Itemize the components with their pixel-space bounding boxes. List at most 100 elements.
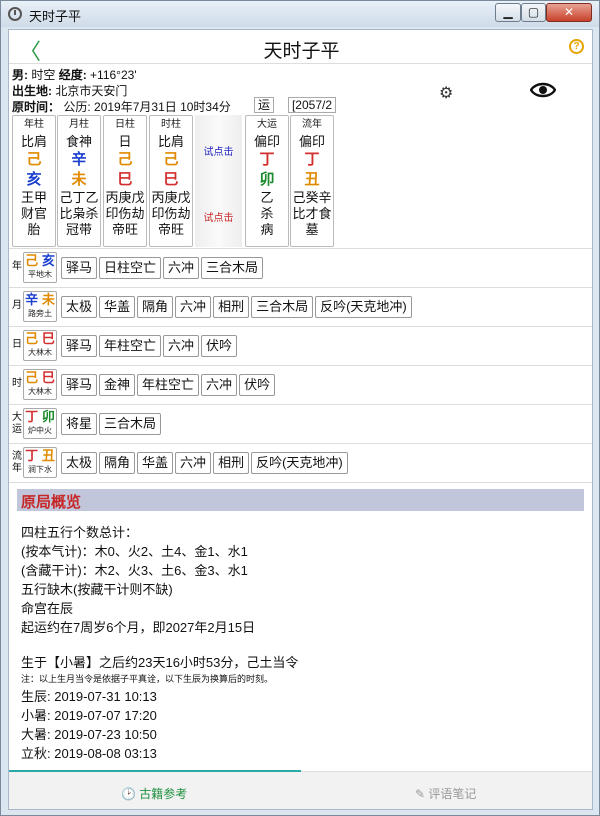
- tab-ancient-books-label: 古籍参考: [139, 787, 188, 801]
- shensha-tag[interactable]: 华盖: [137, 452, 174, 474]
- shensha-tag[interactable]: 年柱空亡: [99, 335, 162, 357]
- shensha-row: 时己 巳大林木 驿马 金神 年柱空亡 六冲 伏吟: [9, 366, 592, 403]
- settings-gear-icon[interactable]: ⚙: [439, 83, 453, 103]
- yun-button[interactable]: 运: [254, 97, 275, 113]
- shensha-tag[interactable]: 六冲: [175, 296, 212, 318]
- try-click-bottom[interactable]: 试点击: [195, 209, 242, 224]
- gender-label: 男:: [12, 68, 28, 82]
- try-click-top[interactable]: 试点击: [195, 143, 242, 158]
- pillar-branch: 巳: [163, 171, 179, 188]
- shensha-tag[interactable]: 六冲: [163, 257, 200, 279]
- longitude-value: +116°23': [90, 68, 137, 82]
- pillar-life-stage: 病: [260, 222, 274, 237]
- ganzhi-box[interactable]: 己 亥平地木: [23, 252, 57, 283]
- tab-notes[interactable]: ✎ 评语笔记: [415, 785, 476, 802]
- shensha-tag[interactable]: 三合木局: [99, 413, 162, 435]
- maximize-button[interactable]: ▢: [521, 3, 546, 22]
- minimize-button[interactable]: ▁: [495, 3, 521, 22]
- row-branch: 丑: [41, 448, 55, 463]
- pillar-header: 大运: [257, 119, 277, 130]
- shensha-tag[interactable]: 相刑: [213, 296, 250, 318]
- pillar-branch: 亥: [26, 171, 42, 188]
- shensha-tag[interactable]: 将星: [61, 413, 98, 435]
- shensha-tag[interactable]: 太极: [61, 296, 98, 318]
- pillar-column[interactable]: 年柱 比肩己亥王甲 财官胎: [12, 115, 56, 247]
- overview-line: 命宫在辰: [21, 601, 74, 616]
- ganzhi-box[interactable]: 丁 卯炉中火: [23, 408, 57, 439]
- pillar-life-stage: 墓: [305, 222, 319, 237]
- shensha-tag[interactable]: 伏吟: [239, 374, 276, 396]
- ganzhi-box[interactable]: 己 巳大林木: [23, 330, 57, 361]
- pillar-life-stage: 帝旺: [157, 222, 184, 237]
- shensha-tag[interactable]: 驿马: [61, 374, 98, 396]
- shensha-tag[interactable]: 金神: [99, 374, 136, 396]
- pillar-header: 日柱: [115, 119, 135, 130]
- shensha-tag[interactable]: 六冲: [163, 335, 200, 357]
- pillar-hidden-stems: 己丁乙: [59, 190, 99, 205]
- pillar-column[interactable]: 流年 偏印丁丑己癸辛 比才食墓: [290, 115, 334, 247]
- pillar-life-stage: 胎: [27, 222, 41, 237]
- ganzhi-box[interactable]: 辛 未路旁土: [23, 291, 57, 322]
- shensha-tag[interactable]: 驿马: [61, 257, 98, 279]
- shensha-tag[interactable]: 驿马: [61, 335, 98, 357]
- birthplace-label: 出生地:: [12, 84, 52, 98]
- row-branch: 卯: [41, 409, 55, 424]
- pillar-column[interactable]: 时柱 比肩己巳丙庚戊 印伤劫 帝旺: [149, 115, 193, 247]
- row-stem: 己: [25, 370, 39, 385]
- row-label: 流年: [12, 451, 22, 474]
- pillar-hidden-stems: 丙庚戊: [105, 190, 145, 205]
- ganzhi-pair: 丁 丑: [24, 448, 56, 464]
- shensha-tag[interactable]: 太极: [61, 452, 98, 474]
- shensha-tag[interactable]: 隔角: [137, 296, 174, 318]
- pillar-ten-god: 比肩: [157, 134, 184, 149]
- pillar-column[interactable]: 月柱 食神辛未己丁乙 比枭杀 冠带: [57, 115, 101, 247]
- shensha-tag[interactable]: 年柱空亡: [137, 374, 200, 396]
- shensha-tag[interactable]: 三合木局: [251, 296, 314, 318]
- shensha-tag[interactable]: 三合木局: [201, 257, 264, 279]
- gender-value: 时空: [31, 68, 56, 82]
- pillar-branch: 未: [71, 171, 87, 188]
- row-label: 年: [12, 261, 22, 272]
- row-branch: 巳: [41, 331, 55, 346]
- row-branch: 亥: [41, 253, 55, 268]
- shensha-row: 流年丁 丑涧下水 太极 隔角 华盖 六冲 相刑 反吟(天克地冲): [9, 444, 592, 481]
- close-button[interactable]: ✕: [546, 3, 592, 22]
- help-icon[interactable]: ?: [569, 39, 584, 54]
- shensha-tag[interactable]: 六冲: [201, 374, 238, 396]
- pillar-column[interactable]: 大运 偏印丁卯乙杀病: [245, 115, 289, 247]
- shensha-tag[interactable]: 相刑: [213, 452, 250, 474]
- eye-icon[interactable]: [530, 82, 556, 98]
- shensha-tag[interactable]: 华盖: [99, 296, 136, 318]
- shensha-tag[interactable]: 六冲: [175, 452, 212, 474]
- shensha-tag[interactable]: 日柱空亡: [99, 257, 162, 279]
- overview-line: (按本气计)：木0、火2、土4、金1、水1: [21, 544, 248, 559]
- ganzhi-pair: 己 亥: [24, 253, 56, 269]
- try-click-area[interactable]: 试点击 试点击: [195, 115, 242, 247]
- window-title: 天时子平: [29, 9, 82, 24]
- shensha-row: 年己 亥平地木 驿马 日柱空亡 六冲 三合木局: [9, 249, 592, 286]
- shensha-tag[interactable]: 伏吟: [201, 335, 238, 357]
- shensha-tag[interactable]: 反吟(天克地冲): [315, 296, 412, 318]
- shensha-tag[interactable]: 反吟(天克地冲): [251, 452, 348, 474]
- page-header: 〈 天时子平 ?: [9, 30, 592, 64]
- year-selector[interactable]: [2057/2: [288, 97, 336, 113]
- time-line: 生辰: 2019-07-31 10:13: [21, 689, 157, 704]
- ganzhi-box[interactable]: 丁 丑涧下水: [23, 447, 57, 478]
- page-title: 天时子平: [263, 41, 340, 62]
- nayin-label: 炉中火: [28, 426, 52, 435]
- shensha-row: 月辛 未路旁土 太极 华盖 隔角 六冲 相刑 三合木局 反吟(天克地冲): [9, 288, 592, 325]
- time-line: 大暑: 2019-07-23 10:50: [21, 727, 157, 742]
- pillar-stem: 丁: [259, 151, 275, 168]
- tab-ancient-books[interactable]: 🕑 古籍参考: [121, 785, 187, 802]
- ganzhi-box[interactable]: 己 巳大林木: [23, 369, 57, 400]
- edit-icon: ✎: [415, 787, 426, 801]
- pillar-hidden-stems: 乙: [260, 190, 274, 205]
- pillar-branch: 丑: [304, 171, 320, 188]
- pillar-stem: 己: [117, 151, 133, 168]
- pillar-hidden-gods: 印伤劫: [105, 206, 145, 221]
- tab-notes-label: 评语笔记: [428, 787, 477, 801]
- overview-line: (含藏干计)：木2、火3、土6、金3、水1: [21, 563, 248, 578]
- shensha-tag[interactable]: 隔角: [99, 452, 136, 474]
- title-bar[interactable]: 天时子平 ▁ ▢ ✕: [1, 1, 599, 27]
- pillar-column[interactable]: 日柱日己巳丙庚戊 印伤劫 帝旺: [103, 115, 147, 247]
